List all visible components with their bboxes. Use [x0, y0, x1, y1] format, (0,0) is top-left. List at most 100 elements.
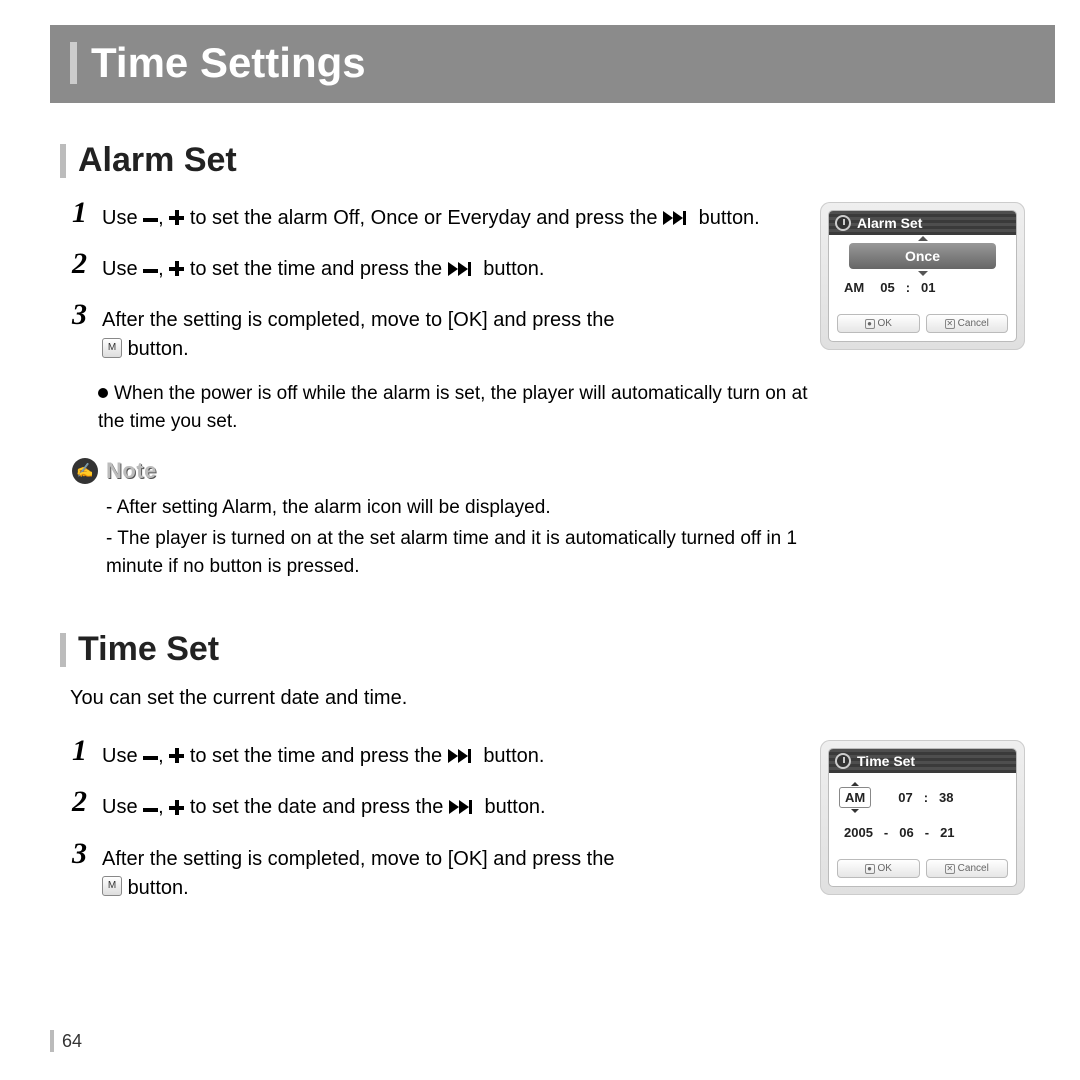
time-colon: :	[924, 790, 928, 805]
step-text: Use , to set the date and press the butt…	[102, 787, 546, 822]
cancel-label: Cancel	[958, 318, 989, 329]
minus-icon	[143, 253, 158, 282]
time-colon: :	[906, 280, 910, 295]
time-ampm-selector: AM	[839, 787, 871, 808]
text-fragment: Use	[102, 745, 143, 767]
page-title: Time Settings	[91, 39, 366, 87]
text-fragment: After the setting is completed, move to …	[102, 848, 614, 870]
step-number: 3	[72, 839, 94, 869]
text-fragment: Use	[102, 207, 143, 229]
alarm-device-screenshot: Alarm Set Once AM 05 : 01	[820, 202, 1025, 350]
device-footer: ●OK ✕Cancel	[829, 308, 1016, 335]
date-dash: -	[925, 825, 929, 840]
clock-icon	[835, 215, 851, 231]
time-content-row: 1 Use , to set the time and press the bu…	[60, 736, 1045, 918]
alarm-hour: 05	[875, 277, 899, 298]
text-fragment: button.	[483, 258, 544, 280]
note-item-1: After setting Alarm, the alarm icon will…	[60, 494, 810, 522]
alarm-step-3: 3 After the setting is completed, move t…	[60, 300, 810, 364]
step-number: 2	[72, 787, 94, 817]
cancel-key-icon: ✕	[945, 864, 955, 874]
alarm-content-row: 1 Use , to set the alarm Off, Once or Ev…	[60, 198, 1045, 584]
next-track-icon	[448, 262, 478, 276]
text-fragment: to set the alarm Off, Once or Everyday a…	[190, 207, 663, 229]
alarm-mode-selector: Once	[849, 243, 996, 269]
text-fragment: Use	[102, 258, 143, 280]
plus-icon	[169, 800, 184, 815]
alarm-bullet: When the power is off while the alarm is…	[60, 380, 810, 435]
chevron-up-icon	[851, 782, 859, 786]
time-device-col: Time Set AM 07 : 38	[820, 736, 1045, 895]
chevron-down-icon	[918, 271, 928, 276]
alarm-heading: Alarm Set	[60, 141, 1045, 180]
text-fragment: button.	[699, 207, 760, 229]
heading-pipe-icon	[60, 633, 66, 667]
date-dash: -	[884, 825, 888, 840]
cancel-key-icon: ✕	[945, 319, 955, 329]
step-number: 3	[72, 300, 94, 330]
time-heading: Time Set	[60, 630, 1045, 669]
alarm-heading-text: Alarm Set	[78, 141, 237, 180]
bullet-dot-icon	[98, 388, 108, 398]
time-step-2: 2 Use , to set the date and press the bu…	[60, 787, 810, 822]
step-text: Use , to set the time and press the butt…	[102, 736, 544, 771]
text-fragment: After the setting is completed, move to …	[102, 309, 614, 331]
time-month: 06	[894, 822, 918, 843]
chevron-up-icon	[918, 236, 928, 241]
bullet-text: When the power is off while the alarm is…	[98, 383, 807, 432]
alarm-device-col: Alarm Set Once AM 05 : 01	[820, 198, 1045, 350]
device-title: Time Set	[857, 753, 915, 769]
time-step-1: 1 Use , to set the time and press the bu…	[60, 736, 810, 771]
text-fragment: button.	[128, 877, 189, 899]
time-heading-text: Time Set	[78, 630, 219, 669]
device-ok-button: ●OK	[837, 859, 920, 878]
next-track-icon	[449, 800, 479, 814]
plus-icon	[169, 210, 184, 225]
step-text: After the setting is completed, move to …	[102, 839, 614, 903]
heading-pipe-icon	[60, 144, 66, 178]
cancel-label: Cancel	[958, 863, 989, 874]
time-ampm: AM	[845, 790, 865, 805]
step-text: Use , to set the time and press the butt…	[102, 249, 544, 284]
plus-icon	[169, 261, 184, 276]
text-fragment: button.	[128, 338, 189, 360]
note-header: ✍ Note	[60, 458, 810, 484]
time-date-row: 2005 - 06 - 21	[839, 822, 1006, 843]
text-fragment: button.	[483, 745, 544, 767]
note-label: Note	[106, 458, 157, 484]
alarm-step-2: 2 Use , to set the time and press the bu…	[60, 249, 810, 284]
page-number-value: 64	[62, 1031, 82, 1052]
ok-key-icon: ●	[865, 319, 875, 329]
clock-icon	[835, 753, 851, 769]
time-hour: 07	[893, 787, 917, 808]
time-intro: You can set the current date and time.	[60, 687, 1045, 710]
text-fragment: Use	[102, 796, 143, 818]
time-day: 21	[935, 822, 959, 843]
alarm-minute: 01	[916, 277, 940, 298]
text-fragment: button.	[484, 796, 545, 818]
minus-icon	[143, 792, 158, 821]
device-ok-button: ●OK	[837, 314, 920, 333]
next-track-icon	[663, 211, 693, 225]
step-number: 2	[72, 249, 94, 279]
text-fragment: to set the time and press the	[190, 745, 442, 767]
page-number: 64	[50, 1030, 82, 1052]
minus-icon	[143, 740, 158, 769]
alarm-step-1: 1 Use , to set the alarm Off, Once or Ev…	[60, 198, 810, 233]
time-steps: 1 Use , to set the time and press the bu…	[60, 736, 820, 918]
time-device-screenshot: Time Set AM 07 : 38	[820, 740, 1025, 895]
page-number-bar-icon	[50, 1030, 54, 1052]
device-header: Time Set	[829, 749, 1016, 773]
ok-label: OK	[878, 318, 892, 329]
next-track-icon	[448, 749, 478, 763]
step-number: 1	[72, 198, 94, 228]
alarm-mode-value: Once	[905, 248, 940, 264]
step-number: 1	[72, 736, 94, 766]
title-pipe-icon	[70, 42, 77, 84]
time-step-3: 3 After the setting is completed, move t…	[60, 839, 810, 903]
m-button-icon: M	[102, 338, 122, 358]
note-item-2: The player is turned on at the set alarm…	[60, 525, 810, 580]
page-title-bar: Time Settings	[50, 25, 1055, 103]
device-footer: ●OK ✕Cancel	[829, 853, 1016, 880]
plus-icon	[169, 748, 184, 763]
